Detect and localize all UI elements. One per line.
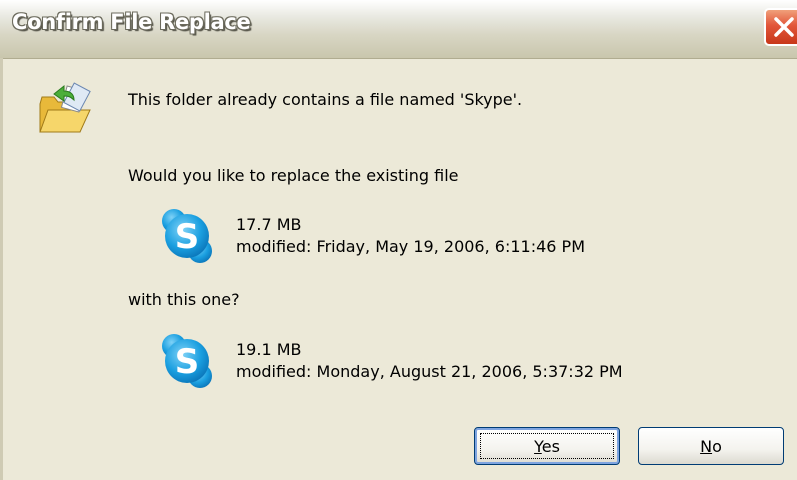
dialog-title: Confirm File Replace: [12, 10, 251, 34]
yes-button[interactable]: Yes: [474, 427, 620, 465]
skype-icon: S: [160, 207, 214, 269]
yes-button-label: Yes: [534, 436, 560, 456]
svg-text:S: S: [175, 217, 200, 257]
title-bar[interactable]: Confirm File Replace: [0, 0, 797, 59]
new-file-modified: modified: Monday, August 21, 2006, 5:37:…: [236, 362, 623, 381]
close-button[interactable]: [764, 8, 797, 46]
new-file-info: 19.1 MB modified: Monday, August 21, 200…: [236, 339, 623, 383]
close-icon: [774, 17, 794, 37]
svg-text:S: S: [175, 342, 200, 382]
existing-file-modified: modified: Friday, May 19, 2006, 6:11:46 …: [236, 237, 585, 256]
replace-message: This folder already contains a file name…: [128, 90, 523, 109]
with-text: with this one?: [128, 290, 240, 309]
folder-replace-icon: [36, 82, 96, 142]
skype-icon: S: [160, 332, 214, 394]
no-button[interactable]: No: [638, 427, 784, 465]
new-file-size: 19.1 MB: [236, 340, 302, 359]
no-button-label: No: [700, 436, 722, 456]
existing-file-size: 17.7 MB: [236, 215, 302, 234]
existing-file-info: 17.7 MB modified: Friday, May 19, 2006, …: [236, 214, 585, 258]
replace-question: Would you like to replace the existing f…: [128, 166, 459, 185]
window-border: [0, 58, 3, 480]
